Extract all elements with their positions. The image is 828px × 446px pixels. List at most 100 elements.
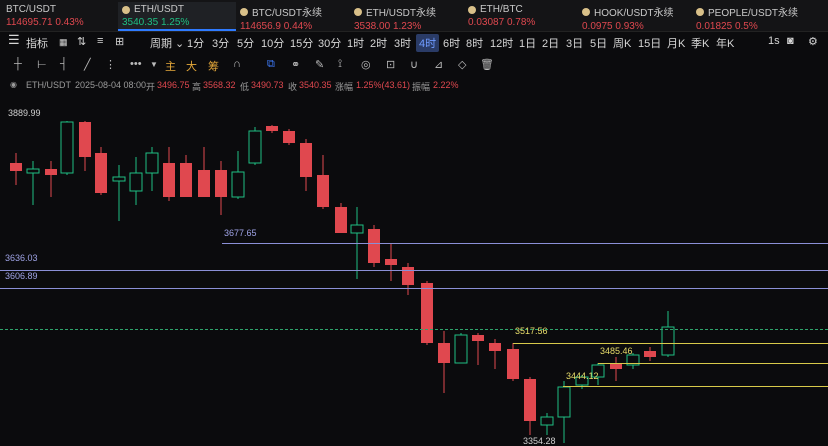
tf-month[interactable]: 月K [667, 35, 685, 51]
indicator-button[interactable]: 指标 [26, 35, 48, 51]
ticker-btc-usdt-perp[interactable]: BTC/USDT永续 114656.9 0.44% [236, 2, 352, 32]
camera-icon[interactable]: ◙ [787, 35, 794, 47]
ticker-hook-usdt-perp[interactable]: HOOK/USDT永续 0.0975 0.93% [578, 2, 694, 32]
candle-body [472, 335, 484, 341]
candle-body [385, 259, 397, 265]
trash-icon[interactable]: 🗑 [480, 58, 494, 71]
ticker-btc-usdt[interactable]: BTC/USDT 114695.71 0.43% [2, 2, 116, 29]
level-label-3636: 3636.03 [5, 253, 38, 263]
candle-body [438, 343, 450, 363]
eye-off-icon[interactable]: ◎ [361, 58, 371, 71]
layers-icon[interactable]: ◇ [458, 58, 466, 71]
big-order-button[interactable]: 大 [186, 58, 197, 74]
candle-body [129, 172, 143, 192]
lock-icon[interactable]: ⊡ [386, 58, 395, 71]
level-label-3444: 3444.12 [566, 371, 599, 381]
tf-3m[interactable]: 3分 [212, 35, 229, 51]
copy-icon[interactable]: ⧉ [267, 58, 275, 71]
tf-4h[interactable]: 4时 [416, 34, 440, 52]
settings-icon[interactable]: ⚙ [808, 35, 818, 48]
interval-button[interactable]: 1s [768, 35, 780, 47]
tf-week[interactable]: 周K [613, 35, 631, 51]
pen-icon[interactable]: ✎ [315, 58, 324, 71]
menu-icon[interactable]: ☰ [8, 32, 20, 48]
ticker-label: ETH/BTC [480, 4, 523, 15]
current-price-line [0, 329, 828, 330]
candle-body [145, 152, 159, 174]
high-value: 3568.32 [203, 80, 236, 90]
amplitude-label: 振幅 [412, 82, 431, 92]
ticker-price: 114656.9 [240, 21, 281, 32]
hline-3606[interactable] [0, 288, 828, 289]
eye-icon[interactable]: ◉ [10, 80, 17, 89]
ticker-eth-btc[interactable]: ETH/BTC 0.03087 0.78% [464, 2, 578, 29]
magnet-icon[interactable]: ∩ [233, 58, 241, 70]
hline-3485[interactable] [598, 363, 828, 364]
swap-icon[interactable]: ⇅ [77, 35, 86, 48]
tf-12h[interactable]: 12时 [490, 35, 513, 51]
ohlc-info: ◉ ETH/USDT 2025-08-04 08:00 开 3496.75 高 … [0, 78, 828, 92]
main-indicator-button[interactable]: 主 [165, 58, 176, 74]
period-dropdown[interactable]: 周期 ⌄ [150, 35, 184, 51]
hline-3636[interactable] [0, 270, 828, 271]
tf-year[interactable]: 年K [716, 35, 734, 51]
hline-3444[interactable] [563, 386, 828, 387]
tf-10m[interactable]: 10分 [261, 35, 284, 51]
tf-1m[interactable]: 1分 [187, 35, 204, 51]
candle-body [95, 153, 107, 193]
hline-3517[interactable] [513, 343, 828, 344]
ruler-icon[interactable]: ⊿ [434, 58, 443, 71]
tf-5d[interactable]: 5日 [590, 35, 607, 51]
ticker-price: 0.03087 [468, 17, 505, 28]
candle-body [163, 163, 175, 197]
chip-button[interactable]: 筹 [208, 58, 219, 74]
tf-3h[interactable]: 3时 [394, 35, 411, 51]
candlestick-chart[interactable]: 3889.99 3677.65 3636.03 3606.89 3517.56 … [0, 95, 828, 446]
collapse-icon[interactable]: ▼ [150, 60, 158, 69]
ticker-people-usdt-perp[interactable]: PEOPLE/USDT永续 0.01825 0.5% [692, 2, 828, 32]
tf-2d[interactable]: 2日 [542, 35, 559, 51]
candle-body [248, 130, 262, 164]
more-tools-button[interactable]: ••• [130, 58, 142, 70]
tf-8h[interactable]: 8时 [466, 35, 483, 51]
tf-6h[interactable]: 6时 [443, 35, 460, 51]
tf-15d[interactable]: 15日 [638, 35, 661, 51]
link-icon[interactable]: ⚭ [291, 58, 300, 71]
close-value: 3540.35 [299, 80, 332, 90]
ray-icon[interactable]: ┤ [60, 58, 68, 70]
grid-icon[interactable]: ⊞ [115, 35, 124, 48]
level-label-3606: 3606.89 [5, 271, 38, 281]
magnet-snap-icon[interactable]: ∪ [410, 58, 418, 71]
tf-15m[interactable]: 15分 [290, 35, 313, 51]
amplitude-value: 2.22% [433, 80, 459, 90]
ticker-eth-usdt[interactable]: ETH/USDT 3540.35 1.25% [118, 2, 236, 31]
horizontal-line-icon[interactable]: ⊢ [37, 58, 47, 71]
tf-1d[interactable]: 1日 [519, 35, 536, 51]
candle-body [644, 351, 656, 357]
ticker-change: 0.44% [283, 21, 313, 32]
candle-body [524, 379, 536, 421]
tf-1h[interactable]: 1时 [347, 35, 364, 51]
tf-2h[interactable]: 2时 [370, 35, 387, 51]
candle-body [60, 121, 74, 174]
fib-icon[interactable]: ⋮ [105, 58, 116, 71]
list-icon[interactable]: ≡ [97, 35, 103, 47]
tf-30m[interactable]: 30分 [318, 35, 341, 51]
vertical-line-icon[interactable]: ┼ [14, 58, 22, 70]
ticker-change: 0.43% [55, 17, 84, 28]
path-icon[interactable]: ⟟ [338, 58, 342, 71]
tf-5m[interactable]: 5分 [237, 35, 254, 51]
candle-body [112, 176, 126, 182]
trend-line-icon[interactable]: ╱ [84, 58, 91, 71]
candle-body [10, 163, 22, 171]
tf-quarter[interactable]: 季K [691, 35, 709, 51]
ticker-label: ETH/USDT [134, 4, 184, 15]
candle-body [489, 343, 501, 351]
candle-body [507, 349, 519, 379]
tf-3d[interactable]: 3日 [566, 35, 583, 51]
level-label-3677: 3677.65 [224, 228, 257, 238]
coin-icon [240, 7, 248, 16]
ticker-eth-usdt-perp[interactable]: ETH/USDT永续 3538.00 1.23% [350, 2, 466, 32]
hline-3677[interactable] [222, 243, 828, 244]
calendar-icon[interactable]: ▦ [59, 37, 68, 48]
